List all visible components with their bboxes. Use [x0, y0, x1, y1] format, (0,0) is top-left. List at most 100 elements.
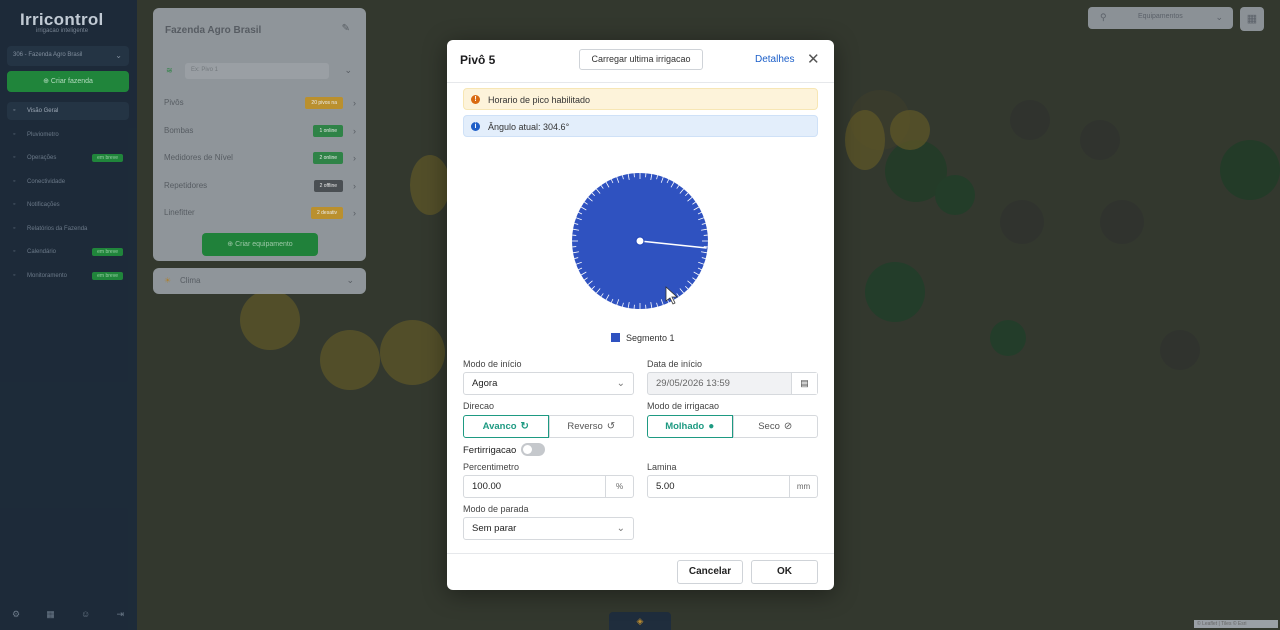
users-icon[interactable]: ☺	[81, 609, 90, 620]
pivot-center	[635, 236, 645, 246]
new-farm-button[interactable]: ⊕ Criar fazenda	[7, 71, 129, 92]
start-date-value: 29/05/2026 13:59	[656, 378, 730, 389]
lamina-label: Lamina	[647, 462, 677, 472]
stop-mode-label: Modo de parada	[463, 504, 529, 514]
logout-icon[interactable]: ⇥	[116, 609, 124, 620]
wifi-icon: ≋	[166, 66, 173, 75]
pivot-angle-dial[interactable]	[554, 155, 726, 327]
sidebar-item[interactable]: ◦ Conectividade	[7, 173, 129, 191]
plus-icon: ⊕	[43, 78, 51, 85]
fertirrigation-label: Fertirrigacao	[463, 445, 517, 456]
no-water-icon: ⊘	[783, 421, 793, 432]
rotate-cw-icon: ↻	[520, 421, 529, 432]
edit-icon[interactable]: ✎	[342, 23, 350, 34]
direction-forward-label: Avanco	[482, 421, 517, 432]
modal-title: Pivô 5	[460, 53, 496, 67]
direction-toggle: Avanco ↻ Reverso ↺	[463, 415, 634, 438]
status-badge: 1 online	[313, 124, 343, 137]
settings-icon[interactable]: ⚙	[12, 609, 20, 620]
farm-panel-title: Fazenda Agro Brasil	[165, 25, 262, 36]
sidebar-item-label: Relatórios da Fazenda	[27, 225, 88, 232]
sidebar-item[interactable]: ◦ Pluviometro	[7, 126, 129, 144]
grid-icon[interactable]: ▦	[1240, 7, 1264, 31]
toggle-knob	[523, 445, 532, 454]
irrigation-wet-option[interactable]: Molhado ●	[647, 415, 733, 438]
chevron-right-icon: ›	[353, 98, 356, 108]
irrigation-dry-option[interactable]: Seco ⊘	[732, 415, 818, 438]
percent-unit: %	[605, 476, 633, 497]
irrigation-dry-label: Seco	[758, 421, 780, 432]
lamina-input[interactable]: 5.00 mm	[647, 475, 818, 498]
lamina-unit: mm	[789, 476, 817, 497]
equipment-row[interactable]: Repetidores 2 offline ›	[164, 178, 356, 194]
direction-reverse-option[interactable]: Reverso ↺	[548, 415, 634, 438]
new-farm-button-label: Criar fazenda	[50, 78, 93, 85]
start-mode-label: Modo de início	[463, 359, 522, 369]
chevron-right-icon: ›	[353, 208, 356, 218]
direction-forward-option[interactable]: Avanco ↻	[463, 415, 549, 438]
equipment-row-label: Linefitter	[164, 208, 195, 217]
chevron-right-icon: ›	[353, 180, 356, 191]
create-equipment-button[interactable]: ⊕ Criar equipamento	[202, 233, 318, 256]
calendar-icon[interactable]: ▤	[791, 373, 817, 394]
bell-icon: ◦	[13, 201, 16, 208]
building-icon[interactable]: ▦	[46, 609, 55, 620]
status-badge: em breve	[92, 154, 123, 162]
status-badge: em breve	[92, 248, 123, 256]
equipment-row[interactable]: Linefitter 2 desativ ›	[164, 205, 356, 221]
fertirrigation-toggle[interactable]	[521, 443, 545, 456]
stop-mode-value: Sem parar	[472, 523, 517, 534]
status-badge: em breve	[92, 271, 123, 280]
irrigation-wet-label: Molhado	[665, 421, 705, 432]
equipment-row-label: Bombas	[164, 125, 194, 135]
chevron-down-icon: ⌄	[616, 378, 625, 389]
cancel-button[interactable]: Cancelar	[677, 560, 743, 584]
pivot-irrigation-modal: Pivô 5 Carregar ultima irrigacao Detalhe…	[447, 40, 834, 590]
close-icon[interactable]: ✕	[807, 50, 820, 68]
sidebar-item-label: Conectividade	[27, 178, 66, 185]
sidebar-item[interactable]: ◦ Visão Geral	[7, 102, 129, 120]
percent-input[interactable]: 100.00 %	[463, 475, 634, 498]
start-date-field[interactable]: 29/05/2026 13:59 ▤	[647, 372, 818, 395]
warning-icon: !	[471, 95, 480, 104]
stop-mode-select[interactable]: Sem parar ⌄	[463, 517, 634, 540]
farm-panel: Fazenda Agro Brasil ✎ ≋ Ex: Pivo 1 ⌄ Piv…	[153, 8, 366, 261]
direction-reverse-label: Reverso	[567, 421, 603, 432]
ok-button[interactable]: OK	[751, 560, 818, 584]
climate-label: Clima	[180, 276, 201, 285]
sidebar-item[interactable]: ◦ Operações em breve	[7, 149, 129, 167]
climate-panel[interactable]: ☀ Clima ⌄	[153, 268, 366, 294]
equipment-search-input[interactable]: Ex: Pivo 1	[185, 63, 329, 79]
details-link[interactable]: Detalhes	[755, 54, 794, 65]
equipment-row-label: Medidores de Nível	[164, 153, 233, 162]
farm-select[interactable]: 306 - Fazenda Agro Brasil ⌄	[7, 46, 129, 66]
chevron-right-icon: ›	[353, 153, 356, 163]
equipment-row[interactable]: Pivôs 20 pivos na ›	[164, 95, 356, 111]
equipment-filter-select[interactable]: ⚲ Equipamentos ⌄	[1088, 7, 1233, 29]
monitor-icon: ◦	[13, 271, 16, 279]
farm-select-value: 306 - Fazenda Agro Brasil	[13, 52, 83, 58]
map-attribution: © Leaflet | Tiles © Esri	[1194, 620, 1278, 628]
calendar-icon: ◦	[13, 248, 16, 255]
bottom-tab[interactable]: ◈	[609, 612, 671, 630]
percent-label: Percentimetro	[463, 462, 520, 472]
wifi-icon: ◦	[13, 177, 16, 185]
sidebar-item[interactable]: ◦ Notificações	[7, 196, 129, 214]
peak-hour-alert: ! Horario de pico habilitado	[463, 88, 818, 110]
layers-icon: ◈	[636, 616, 644, 626]
sidebar-item[interactable]: ◦ Relatórios da Fazenda	[7, 220, 129, 238]
equipment-row[interactable]: Bombas 1 online ›	[164, 123, 356, 139]
chevron-down-icon[interactable]: ⌄	[344, 65, 352, 76]
sidebar-item[interactable]: ◦ Calendário em breve	[7, 243, 129, 261]
divider	[447, 553, 834, 554]
sidebar-item-label: Monitoramento	[27, 272, 68, 279]
chevron-down-icon: ⌄	[346, 275, 354, 285]
equipment-row[interactable]: Medidores de Nível 2 online ›	[164, 150, 356, 166]
sidebar-item[interactable]: ◦ Monitoramento em breve	[7, 267, 129, 285]
irrigation-mode-toggle: Molhado ● Seco ⊘	[647, 415, 818, 438]
divider	[447, 82, 834, 83]
sidebar-item-label: Visão Geral	[27, 108, 59, 114]
load-last-irrigation-button[interactable]: Carregar ultima irrigacao	[579, 49, 703, 70]
map-icon: ◦	[13, 107, 16, 114]
start-mode-select[interactable]: Agora ⌄	[463, 372, 634, 395]
